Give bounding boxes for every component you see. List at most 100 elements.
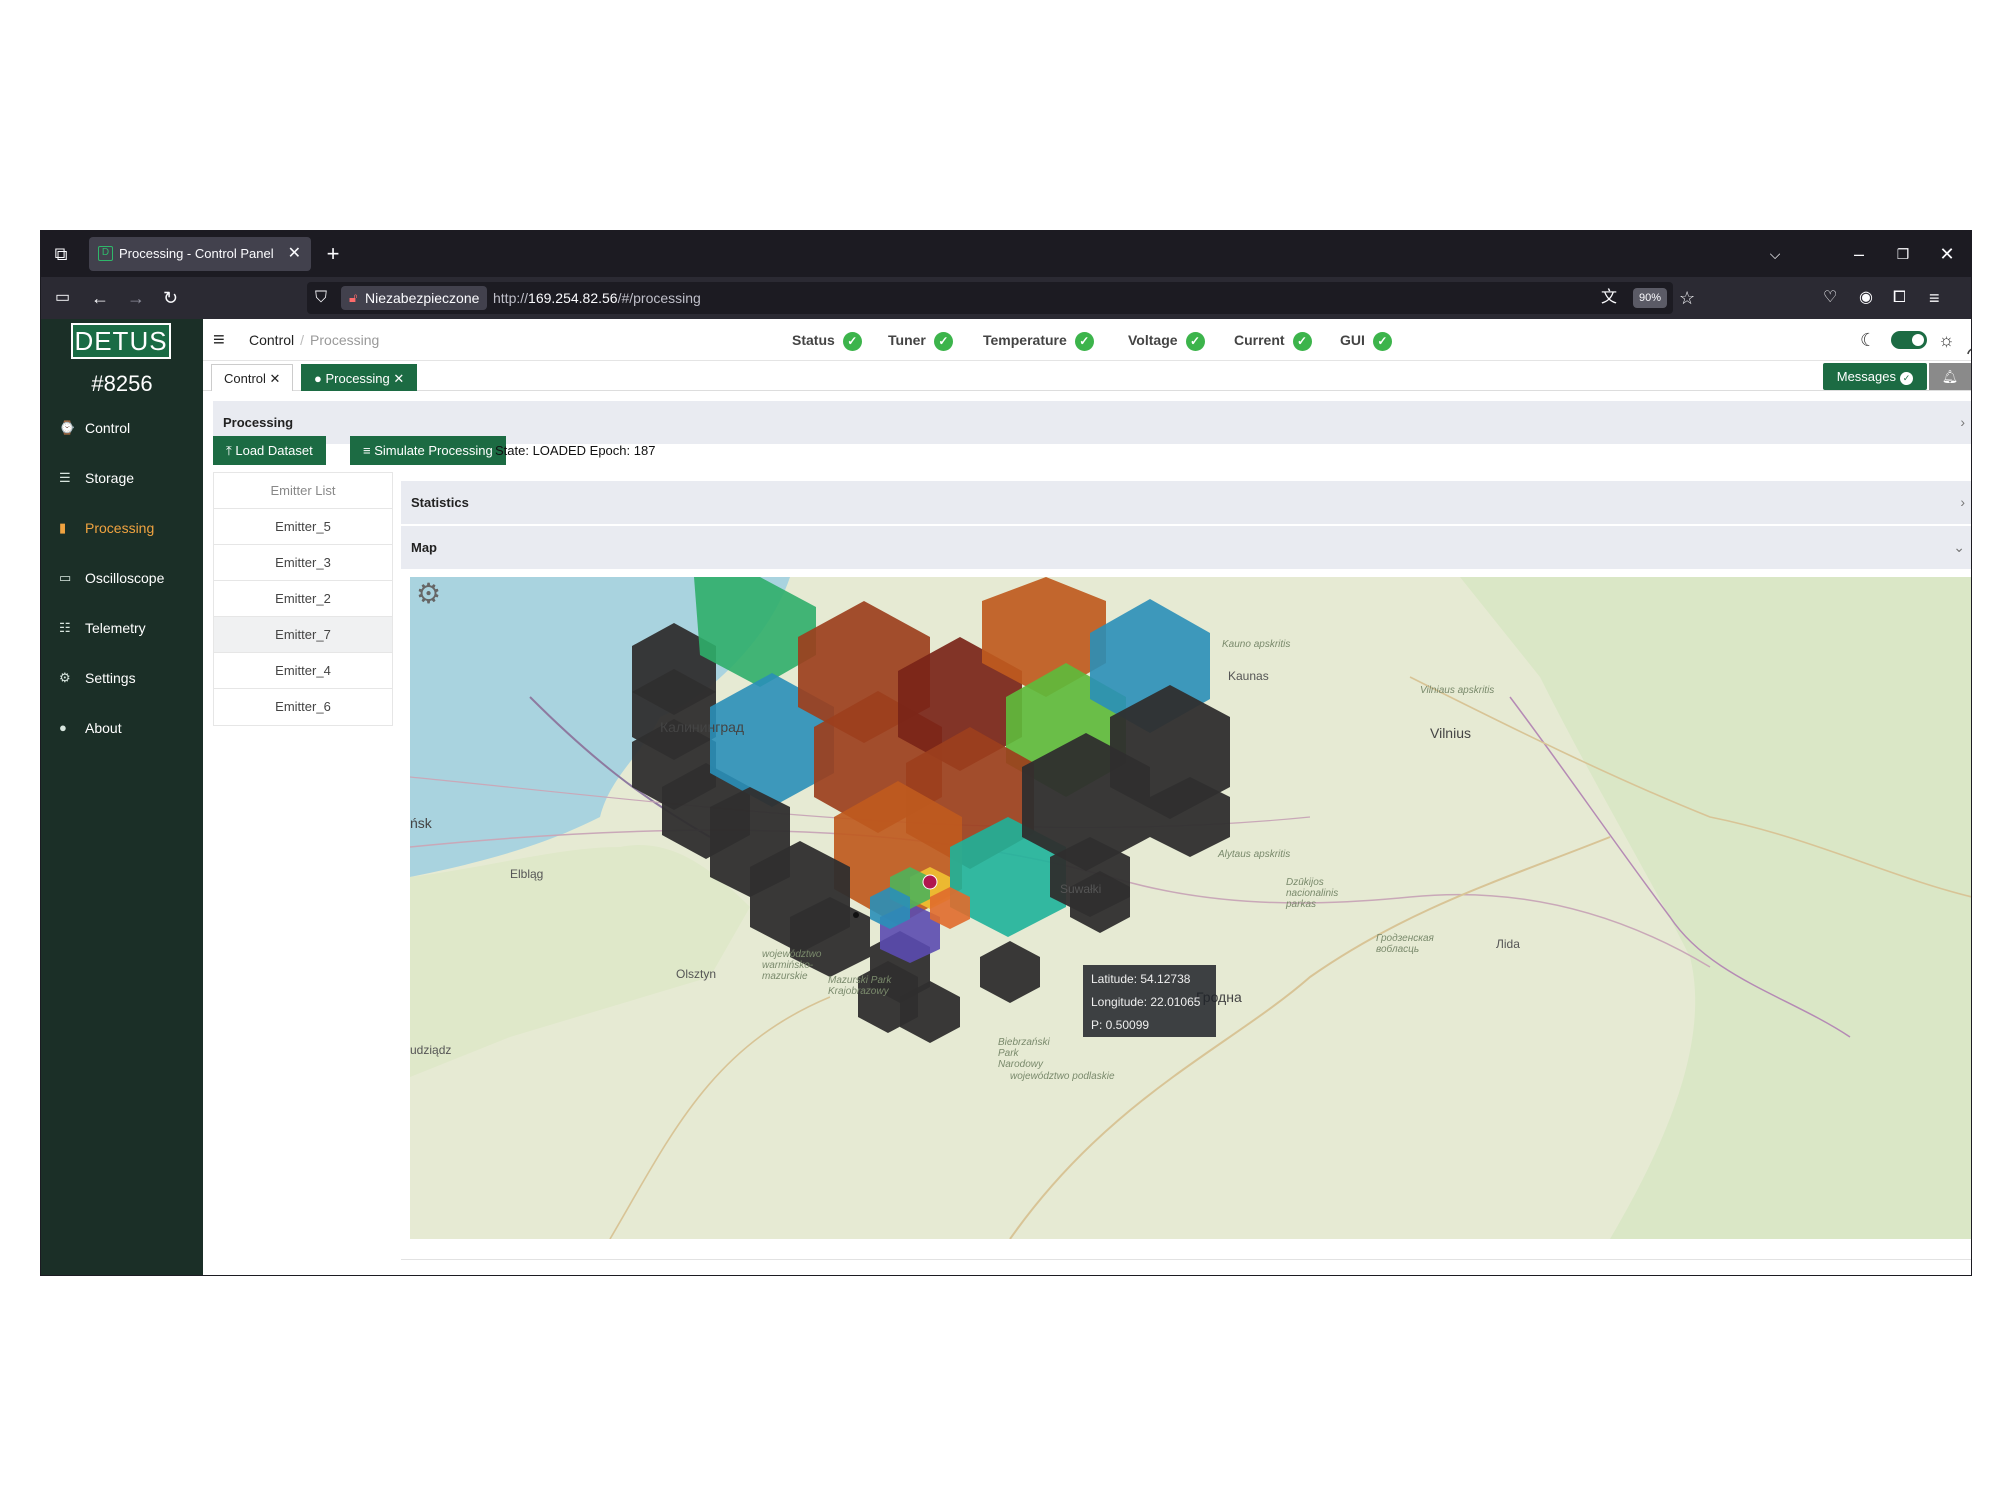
sidebar-item-label: Processing (85, 520, 155, 536)
list-item[interactable]: Emitter_7 (214, 617, 392, 653)
hamburger-menu-icon[interactable]: ≡ (213, 319, 225, 361)
sidebar-item-label: Control (85, 420, 131, 436)
map-title: Map (411, 540, 437, 555)
selected-point-marker[interactable] (922, 874, 938, 890)
url-host: 169.254.82.56 (528, 290, 618, 306)
browser-window: ⧉ D Processing - Control Panel ✕ + ⌵ – ❐… (40, 230, 1972, 1276)
statistics-accordion-header[interactable]: Statistics › (401, 481, 1971, 524)
list-item[interactable]: Emitter_2 (214, 581, 392, 617)
extensions-icon[interactable]: ⧠ (1893, 277, 1906, 319)
list-item[interactable]: Emitter_5 (214, 509, 392, 545)
map-canvas[interactable] (410, 577, 1972, 1239)
simulate-processing-button[interactable]: ≡ Simulate Processing (350, 436, 506, 465)
security-badge[interactable]: 🔓︎ Niezabezpieczone (341, 286, 488, 310)
user-avatar-icon[interactable] (1967, 327, 1972, 355)
breadcrumb-root[interactable]: Control (249, 332, 294, 348)
forward-icon[interactable]: → (127, 277, 145, 319)
url-path: /#/processing (617, 290, 701, 306)
sidebar-item-storage[interactable]: ☰ Storage (41, 457, 203, 499)
list-item[interactable]: Emitter_6 (214, 689, 392, 725)
map-label: województwo podlaskie (1010, 1071, 1115, 1082)
status-indicator-status: Status ✓ (792, 319, 862, 361)
new-tab-icon[interactable]: + (321, 231, 345, 277)
map-label: Vilnius (1430, 725, 1471, 741)
database-icon: ☰ (59, 470, 71, 485)
bookmark-star-icon[interactable]: ☆ (1679, 277, 1695, 319)
sidebar-item-settings[interactable]: ⚙ Settings (41, 657, 203, 699)
close-tab-icon[interactable]: ✕ (288, 237, 301, 271)
map-label: Alytaus apskritis (1218, 849, 1291, 860)
emitter-point-marker[interactable] (853, 912, 859, 918)
messages-label: Messages (1836, 369, 1896, 384)
menu-icon[interactable]: ≡ (1929, 277, 1940, 319)
sidebar-toggle-icon[interactable]: ▭ (55, 277, 70, 319)
dashboard-icon: ⌚ (59, 420, 76, 435)
map-label: województwo warmińsko-mazurskie (762, 949, 822, 982)
processing-panel: Processing › ⤒ Load Dataset ≡ Simulate P… (203, 391, 1972, 1275)
map-accordion-header[interactable]: Map ⌄ (401, 526, 1971, 569)
monitor-icon: ▭ (59, 570, 72, 585)
map-label: Vilniaus apskritis (1420, 685, 1495, 696)
tab-overview-icon[interactable]: ⧉ (51, 231, 71, 277)
url-text[interactable]: http://169.254.82.56/#/processing (493, 277, 701, 319)
translate-icon[interactable]: 文 (1601, 277, 1617, 319)
list-item[interactable]: Emitter_3 (214, 545, 392, 581)
account-icon[interactable]: ◉ (1859, 277, 1873, 319)
state-text: State: LOADED Epoch: 187 (495, 443, 656, 458)
browser-tab[interactable]: D Processing - Control Panel ✕ (89, 237, 311, 271)
map-label: Dzūkijos nacionalinis parkas (1286, 877, 1339, 910)
restore-icon[interactable]: ❐ (1893, 231, 1913, 277)
status-indicator-gui: GUI ✓ (1340, 319, 1392, 361)
sidebar-item-label: About (85, 720, 122, 736)
status-indicator-voltage: Voltage ✓ (1128, 319, 1205, 361)
theme-toggle[interactable] (1891, 331, 1927, 349)
sun-icon: ☼ (1938, 330, 1955, 350)
divider (401, 1259, 1971, 1260)
map-label: udziądz (410, 1043, 452, 1057)
pocket-icon[interactable]: ♡ (1823, 277, 1837, 319)
tab-list-chevron-icon[interactable]: ⌵ (1765, 231, 1785, 277)
info-icon: ● (59, 720, 67, 735)
back-icon[interactable]: ← (91, 277, 109, 319)
sidebar-item-processing[interactable]: ▮ Processing (41, 507, 203, 549)
tooltip-latitude: Latitude: 54.12738 (1091, 972, 1191, 986)
list-item[interactable]: Emitter_4 (214, 653, 392, 689)
sidebar-item-control[interactable]: ⌚ Control (41, 407, 203, 449)
breadcrumb: Control / Processing (249, 319, 379, 361)
map-label: Лida (1496, 937, 1520, 951)
chevron-right-icon: › (1960, 414, 1965, 430)
sidebar-item-oscilloscope[interactable]: ▭ Oscilloscope (41, 557, 203, 599)
status-label: Tuner (888, 332, 926, 348)
map-label: Mazurski Park Krajobrazowy (828, 975, 892, 997)
tab-processing[interactable]: ● Processing ✕ (301, 364, 418, 391)
sidebar-item-about[interactable]: ● About (41, 707, 203, 749)
map-settings-gear-icon[interactable]: ⚙ (416, 579, 441, 609)
breadcrumb-current: Processing (310, 332, 380, 348)
shield-icon[interactable]: ⛉ (315, 277, 327, 319)
zoom-level[interactable]: 90% (1633, 288, 1668, 308)
emitter-list: Emitter List Emitter_5 Emitter_3 Emitter… (213, 472, 393, 726)
sidebar-item-label: Telemetry (85, 620, 146, 636)
map-label: Калининград (660, 719, 745, 735)
map-view[interactable]: ⚙ Калининград Kaunas Vilnius Elbląg Olsz… (410, 577, 1972, 1239)
page-tab-row: Control ✕ ● Processing ✕ Messages ✓ 🔔︎ (203, 361, 1971, 391)
sidebar-item-telemetry[interactable]: ☷ Telemetry (41, 607, 203, 649)
load-dataset-button[interactable]: ⤒ Load Dataset (213, 436, 326, 465)
list-icon: ☷ (59, 620, 71, 635)
reload-icon[interactable]: ↻ (163, 277, 178, 319)
status-label: Current (1234, 332, 1285, 348)
map-label: Suwałki (1060, 882, 1102, 896)
sidebar-item-label: Storage (85, 470, 135, 486)
messages-button[interactable]: Messages ✓ (1822, 363, 1927, 390)
tooltip-longitude: Longitude: 22.01065 (1091, 995, 1201, 1009)
tab-control[interactable]: Control ✕ (211, 364, 294, 391)
bell-icon[interactable]: 🔔︎ (1929, 363, 1971, 390)
top-bar: ≡ Control / Processing Status ✓ Tuner ✓ Temp… (203, 319, 1971, 361)
map-label: Гродзенская вобласць (1376, 933, 1434, 955)
url-prefix: http:// (493, 290, 529, 306)
check-icon: ✓ (1292, 331, 1312, 351)
window-close-icon[interactable]: ✕ (1937, 231, 1957, 277)
security-label: Niezabezpieczone (365, 290, 480, 306)
check-icon: ✓ (1185, 331, 1205, 351)
minimize-icon[interactable]: – (1849, 231, 1869, 277)
